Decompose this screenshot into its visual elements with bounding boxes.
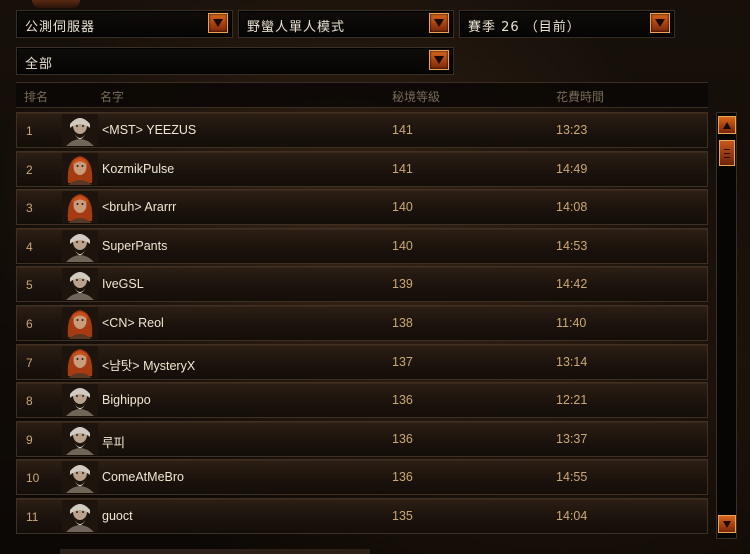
column-header-name[interactable]: 名字 xyxy=(100,88,124,105)
row-rift-level: 141 xyxy=(392,161,413,176)
hero-portrait-icon xyxy=(62,345,98,378)
row-rank: 4 xyxy=(26,239,33,254)
mode-dropdown-value: 野蠻人單人模式 xyxy=(247,20,346,35)
hero-portrait-icon xyxy=(62,307,98,339)
mode-dropdown[interactable]: 野蠻人單人模式 xyxy=(238,10,454,38)
row-rift-level: 138 xyxy=(392,316,413,330)
row-time: 13:23 xyxy=(556,123,588,137)
row-player-name[interactable]: KozmikPulse xyxy=(102,162,174,176)
category-dropdown[interactable]: 全部 xyxy=(16,47,454,75)
scroll-up-button[interactable] xyxy=(718,116,736,134)
row-rank: 5 xyxy=(26,278,33,293)
scroll-down-button[interactable] xyxy=(718,515,736,533)
table-row[interactable]: 3 <bruh> Ararrr 140 14:08 xyxy=(16,189,708,226)
season-dropdown[interactable]: 賽季 26 （目前） xyxy=(459,10,675,38)
hero-portrait-icon xyxy=(62,229,98,262)
table-row[interactable]: 1 <MST> YEEZUS 141 13:23 xyxy=(16,112,708,148)
bottom-divider xyxy=(60,549,370,554)
row-player-name[interactable]: IveGSL xyxy=(102,277,144,291)
row-time: 14:08 xyxy=(556,200,588,215)
chevron-down-icon[interactable] xyxy=(429,50,449,70)
row-rift-level: 139 xyxy=(392,277,413,292)
row-player-name[interactable]: <bruh> Ararrr xyxy=(102,200,176,214)
hero-portrait-icon xyxy=(62,384,98,417)
row-player-name[interactable]: Bighippo xyxy=(102,393,151,407)
row-player-name[interactable]: ComeAtMeBro xyxy=(102,470,184,484)
row-rank: 10 xyxy=(26,471,40,486)
scrollbar-thumb[interactable] xyxy=(719,140,735,166)
row-time: 13:14 xyxy=(556,354,588,369)
row-rank: 6 xyxy=(26,317,33,331)
row-player-name[interactable]: SuperPants xyxy=(102,239,167,253)
table-row[interactable]: 2 KozmikPulse 141 14:49 xyxy=(16,150,708,187)
hero-portrait-icon xyxy=(62,268,98,301)
table-row[interactable]: 7 <냠탓> MysteryX 137 13:14 xyxy=(16,343,708,380)
column-header-time[interactable]: 花費時間 xyxy=(556,88,604,105)
server-dropdown-value: 公測伺服器 xyxy=(25,20,96,35)
row-rank: 2 xyxy=(26,162,33,177)
row-player-name[interactable]: <CN> Reol xyxy=(102,316,164,330)
hero-portrait-icon xyxy=(62,114,98,146)
row-time: 14:53 xyxy=(556,238,588,253)
row-rank: 8 xyxy=(26,394,33,409)
hero-portrait-icon xyxy=(62,461,98,494)
scrollbar-track[interactable] xyxy=(716,112,737,539)
row-rift-level: 136 xyxy=(392,393,413,408)
row-rank: 7 xyxy=(26,355,33,370)
row-rank: 11 xyxy=(26,510,39,524)
table-row[interactable]: 4 SuperPants 140 14:53 xyxy=(16,227,708,264)
row-time: 12:21 xyxy=(556,393,588,408)
row-rank: 1 xyxy=(26,124,33,138)
row-time: 14:04 xyxy=(556,509,588,523)
server-dropdown[interactable]: 公測伺服器 xyxy=(16,10,233,38)
table-row[interactable]: 10 ComeAtMeBro 136 14:55 xyxy=(16,459,708,496)
hero-portrait-icon xyxy=(62,500,98,532)
row-player-name[interactable]: 루피 xyxy=(102,432,125,451)
row-player-name[interactable]: <냠탓> MysteryX xyxy=(102,355,195,374)
hero-portrait-icon xyxy=(62,422,98,455)
row-time: 14:49 xyxy=(556,161,588,176)
category-dropdown-value: 全部 xyxy=(25,57,54,72)
table-row[interactable]: 11 guoct 135 14:04 xyxy=(16,498,708,534)
row-rift-level: 137 xyxy=(392,354,413,369)
table-row[interactable]: 9 루피 136 13:37 xyxy=(16,420,708,457)
row-time: 14:55 xyxy=(556,470,588,485)
row-rift-level: 141 xyxy=(392,123,413,137)
column-header-rank[interactable]: 排名 xyxy=(24,88,48,105)
column-header-level[interactable]: 秘境等級 xyxy=(392,88,440,105)
table-row[interactable]: 5 IveGSL 139 14:42 xyxy=(16,266,708,303)
table-row[interactable]: 6 <CN> Reol 138 11:40 xyxy=(16,305,708,341)
chevron-down-icon[interactable] xyxy=(208,13,228,33)
chevron-down-icon[interactable] xyxy=(429,13,449,33)
row-rift-level: 136 xyxy=(392,431,413,446)
season-dropdown-value: 賽季 26 （目前） xyxy=(468,20,581,35)
row-player-name[interactable]: <MST> YEEZUS xyxy=(102,123,196,137)
row-time: 14:42 xyxy=(556,277,588,292)
row-player-name[interactable]: guoct xyxy=(102,509,133,523)
top-ornament xyxy=(32,0,80,8)
row-rift-level: 136 xyxy=(392,470,413,485)
row-time: 11:40 xyxy=(556,316,587,330)
row-rank: 3 xyxy=(26,201,33,216)
row-rift-level: 135 xyxy=(392,509,413,523)
row-time: 13:37 xyxy=(556,431,588,446)
table-row[interactable]: 8 Bighippo 136 12:21 xyxy=(16,382,708,419)
row-rift-level: 140 xyxy=(392,238,413,253)
hero-portrait-icon xyxy=(62,191,98,224)
hero-portrait-icon xyxy=(62,152,98,185)
leaderboard-header: 排名 名字 秘境等級 花費時間 xyxy=(16,82,708,108)
row-rank: 9 xyxy=(26,432,33,447)
row-rift-level: 140 xyxy=(392,200,413,215)
chevron-down-icon[interactable] xyxy=(650,13,670,33)
